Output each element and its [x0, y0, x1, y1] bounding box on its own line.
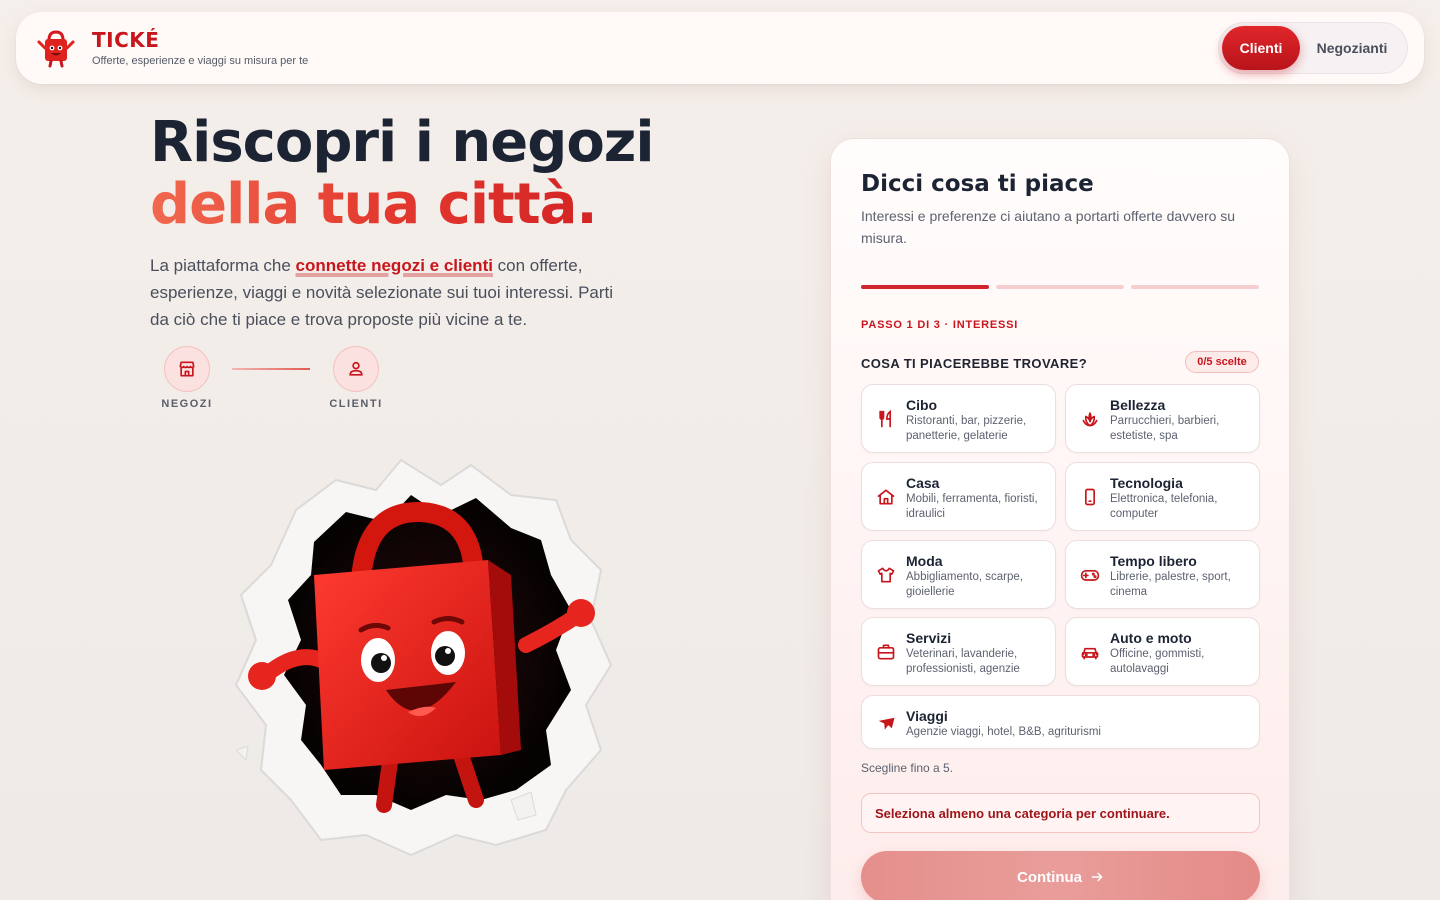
hero-subtitle-start: La piattaforma che: [150, 256, 296, 275]
progress-step-2: [996, 285, 1124, 289]
gamepad-icon: [1080, 570, 1100, 581]
shirt-icon: [877, 567, 895, 583]
onboarding-card: Dicci cosa ti piace Interessi e preferen…: [830, 138, 1290, 900]
hero-subtitle-highlight: connette negozi e clienti: [295, 256, 493, 275]
audience-toggle: Clienti Negozianti: [1218, 22, 1408, 74]
category-tempo-libero[interactable]: Tempo libero Librerie, palestre, sport, …: [1065, 540, 1260, 609]
category-auto-e-moto[interactable]: Auto e moto Officine, gommisti, autolava…: [1065, 617, 1260, 686]
progress-step-3: [1131, 285, 1259, 289]
smartphone-icon: [1085, 488, 1095, 506]
user-icon: [333, 346, 379, 392]
question-label: COSA TI PIACEREBBE TROVARE?: [861, 356, 1088, 371]
flow-from-label: NEGOZI: [161, 398, 213, 410]
clienti-toggle-button[interactable]: Clienti: [1222, 26, 1300, 70]
card-subtitle: Interessi e preferenze ci aiutano a port…: [861, 208, 1236, 246]
category-name: Casa: [906, 475, 940, 491]
flow-connector: [232, 368, 310, 370]
category-cibo[interactable]: Cibo Ristoranti, bar, pizzerie, panetter…: [861, 384, 1056, 453]
category-name: Auto e moto: [1110, 630, 1192, 646]
mascot-illustration: [226, 450, 616, 860]
connection-flow: NEGOZI CLIENTI: [160, 346, 400, 416]
home-icon: [877, 489, 895, 505]
category-desc: Ristoranti, bar, pizzerie, panetterie, g…: [906, 415, 1027, 442]
category-moda[interactable]: Moda Abbigliamento, scarpe, gioiellerie: [861, 540, 1056, 609]
flow-to-label: CLIENTI: [329, 398, 383, 410]
brand: TICKÉ Offerte, esperienze e viaggi su mi…: [92, 29, 308, 67]
category-name: Viaggi: [906, 708, 948, 724]
category-tecnologia[interactable]: Tecnologia Elettronica, telefonia, compu…: [1065, 462, 1260, 531]
category-name: Tempo libero: [1110, 553, 1197, 569]
briefcase-icon: [877, 644, 895, 660]
category-desc: Parrucchieri, barbieri, estetiste, spa: [1110, 415, 1220, 442]
hero-subtitle: La piattaforma che connette negozi e cli…: [150, 252, 630, 333]
selection-hint: Scegline fino a 5.: [861, 761, 954, 775]
shopping-bag-mascot-icon[interactable]: [36, 28, 76, 68]
store-icon: [164, 346, 210, 392]
continue-button-label: Continua: [1017, 868, 1082, 886]
category-name: Moda: [906, 553, 943, 569]
plane-icon: [878, 717, 895, 730]
category-desc: Agenzie viaggi, hotel, B&B, agriturismi: [906, 726, 1101, 738]
hero-title-line1: Riscopri i negozi: [150, 110, 655, 175]
category-desc: Veterinari, lavanderie, professionisti, …: [906, 648, 1020, 675]
brand-name[interactable]: TICKÉ: [92, 29, 308, 51]
category-name: Cibo: [906, 397, 938, 413]
utensils-icon: [879, 409, 891, 428]
category-bellezza[interactable]: Bellezza Parrucchieri, barbieri, estetis…: [1065, 384, 1260, 453]
progress-step-1: [861, 285, 989, 289]
category-name: Tecnologia: [1110, 475, 1183, 491]
category-name: Servizi: [906, 630, 952, 646]
top-navbar: TICKÉ Offerte, esperienze e viaggi su mi…: [16, 12, 1424, 84]
category-viaggi[interactable]: Viaggi Agenzie viaggi, hotel, B&B, agrit…: [861, 695, 1260, 749]
category-desc: Librerie, palestre, sport, cinema: [1110, 571, 1231, 598]
continue-button[interactable]: Continua: [861, 851, 1260, 900]
selection-count-badge: 0/5 scelte: [1185, 351, 1259, 373]
hero-title-line2: della tua città.: [150, 174, 654, 236]
lotus-icon: [1082, 412, 1098, 427]
category-casa[interactable]: Casa Mobili, ferramenta, fioristi, idrau…: [861, 462, 1056, 531]
step-progress: [861, 285, 1259, 289]
category-desc: Mobili, ferramenta, fioristi, idraulici: [906, 493, 1038, 520]
category-desc: Officine, gommisti, autolavaggi: [1110, 648, 1205, 675]
category-desc: Elettronica, telefonia, computer: [1110, 493, 1218, 520]
hero-title: Riscopri i negozi della tua città.: [150, 110, 655, 236]
validation-alert: Seleziona almeno una categoria per conti…: [861, 793, 1260, 833]
category-name: Bellezza: [1110, 397, 1166, 413]
arrow-right-icon: [1091, 872, 1103, 882]
negozianti-toggle-button[interactable]: Negozianti: [1300, 26, 1404, 70]
brand-tagline: Offerte, esperienze e viaggi su misura p…: [92, 55, 309, 67]
car-icon: [1081, 647, 1099, 660]
card-title: Dicci cosa ti piace: [861, 171, 1094, 197]
category-desc: Abbigliamento, scarpe, gioiellerie: [906, 571, 1023, 598]
step-label: PASSO 1 DI 3 · INTERESSI: [861, 319, 1019, 331]
category-servizi[interactable]: Servizi Veterinari, lavanderie, professi…: [861, 617, 1056, 686]
